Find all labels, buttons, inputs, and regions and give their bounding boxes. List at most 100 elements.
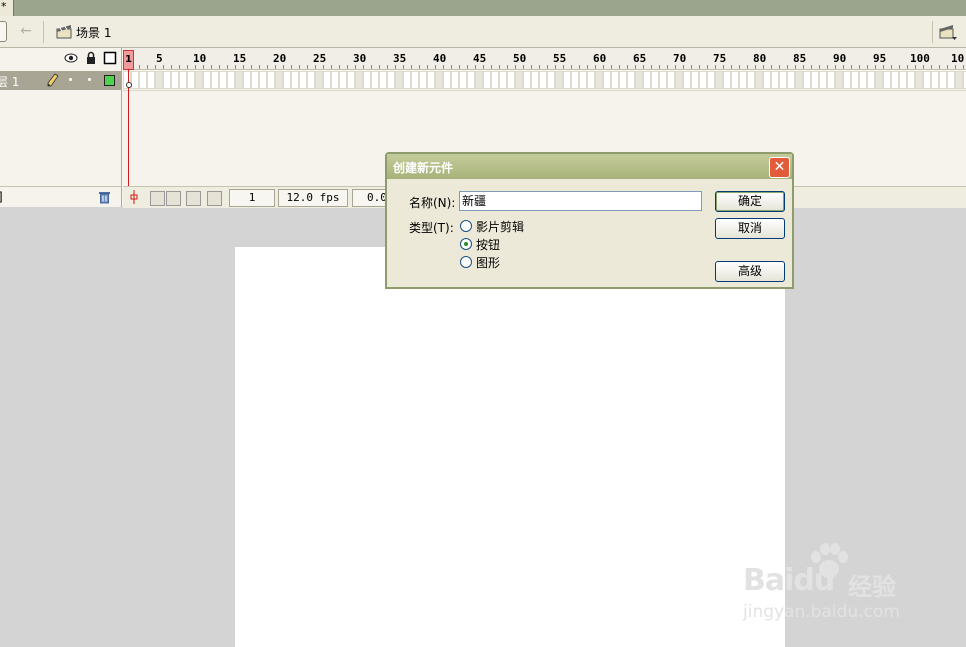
- frame-cell: [323, 71, 331, 89]
- frame-cell: [603, 71, 611, 89]
- frame-cell: [275, 71, 283, 89]
- frame-cell: [507, 71, 515, 89]
- ruler-tick-label: 35: [393, 52, 407, 65]
- frame-cell: [179, 71, 187, 89]
- modify-onion-markers-button[interactable]: [207, 191, 222, 206]
- center-frame-icon[interactable]: [129, 190, 139, 204]
- frame-cell: [755, 71, 763, 89]
- keyframe[interactable]: [126, 82, 132, 88]
- frame-rate-field: 12.0 fps: [278, 189, 348, 207]
- frame-cell: [715, 71, 723, 89]
- frame-cell: [859, 71, 867, 89]
- lock-icon[interactable]: [84, 51, 98, 65]
- ruler-tick-label: 85: [793, 52, 807, 65]
- timeline-toggle-button[interactable]: [0, 21, 7, 42]
- frame-cell: [779, 71, 787, 89]
- type-label: 类型(T):: [409, 221, 454, 235]
- ruler-tick-label: 15: [233, 52, 247, 65]
- lock-dot[interactable]: [88, 78, 91, 81]
- frame-cell: [339, 71, 347, 89]
- frame-cell: [291, 71, 299, 89]
- layer-color-swatch[interactable]: [104, 75, 115, 86]
- ok-button[interactable]: 确定: [715, 191, 785, 212]
- radio-movieclip[interactable]: [460, 220, 472, 232]
- frame-cell: [579, 71, 587, 89]
- frame-cell: [523, 71, 531, 89]
- frame-cell: [243, 71, 251, 89]
- frame-cell: [171, 71, 179, 89]
- ruler-tick-label: 80: [753, 52, 767, 65]
- radio-button[interactable]: [460, 238, 472, 250]
- frame-cell: [147, 71, 155, 89]
- frame-cell: [867, 71, 875, 89]
- frame-cell: [947, 71, 955, 89]
- frame-cell: [915, 71, 923, 89]
- layer-row[interactable]: 层 1: [0, 71, 121, 90]
- frame-cell: [539, 71, 547, 89]
- frame-cell: [883, 71, 891, 89]
- watermark-du: du: [793, 563, 835, 598]
- frame-cell: [267, 71, 275, 89]
- ruler-tick-label: 25: [313, 52, 327, 65]
- frame-cell: [299, 71, 307, 89]
- playhead[interactable]: 1: [123, 50, 134, 70]
- document-tab[interactable]: *: [0, 0, 14, 16]
- frame-cell: [819, 71, 827, 89]
- frame-cell: [395, 71, 403, 89]
- dialog-title: 创建新元件: [393, 161, 454, 175]
- frame-cell: [283, 71, 291, 89]
- radio-graphic[interactable]: [460, 256, 472, 268]
- visibility-dot[interactable]: [69, 78, 72, 81]
- edit-scene-icon[interactable]: [938, 22, 958, 42]
- frame-cell: [851, 71, 859, 89]
- outline-icon[interactable]: [103, 51, 117, 65]
- radio-label-button: 按钮: [476, 238, 501, 252]
- edit-multiple-frames-button[interactable]: [186, 191, 201, 206]
- frame-cell: [891, 71, 899, 89]
- scene-name[interactable]: 场景 1: [76, 24, 111, 41]
- symbol-name-input[interactable]: 新疆: [459, 191, 702, 211]
- onion-skin-button[interactable]: [150, 191, 165, 206]
- frame-cell: [843, 71, 851, 89]
- pencil-icon: [47, 73, 59, 87]
- ruler-tick-label: 55: [553, 52, 567, 65]
- frame-cell: [219, 71, 227, 89]
- ruler-tick-label: 75: [713, 52, 727, 65]
- frame-cell: [387, 71, 395, 89]
- stage-canvas[interactable]: [235, 247, 785, 647]
- frame-cell: [675, 71, 683, 89]
- frame-cell: [467, 71, 475, 89]
- frame-cell: [683, 71, 691, 89]
- advanced-button[interactable]: 高级: [715, 261, 785, 282]
- frame-ruler[interactable]: 5 10 15 20 25 30 35 40 45 50 55 60 65 70 75 80 85 90 95 100…: [123, 48, 966, 70]
- cancel-button[interactable]: 取消: [715, 218, 785, 239]
- frame-cell: [699, 71, 707, 89]
- watermark-brand-latin: Baidu: [743, 563, 835, 598]
- delete-layer-icon[interactable]: [98, 190, 111, 204]
- frame-cell: [731, 71, 739, 89]
- back-arrow-icon[interactable]: ←: [17, 23, 35, 39]
- frame-cell: [499, 71, 507, 89]
- layer-frames-row[interactable]: [123, 70, 966, 91]
- dialog-titlebar[interactable]: 创建新元件 ✕: [387, 154, 792, 179]
- layer-header: [0, 48, 121, 69]
- frame-cell: [227, 71, 235, 89]
- frame-cell: [739, 71, 747, 89]
- frame-cell: [707, 71, 715, 89]
- frame-cell: [355, 71, 363, 89]
- close-icon[interactable]: ✕: [769, 157, 790, 178]
- frame-cell: [251, 71, 259, 89]
- frame-cell: [139, 71, 147, 89]
- eye-icon[interactable]: [64, 51, 78, 65]
- ruler-tick-label: 5: [156, 52, 163, 65]
- name-label: 名称(N):: [409, 196, 456, 210]
- onion-outline-button[interactable]: [166, 191, 181, 206]
- frame-cell: [459, 71, 467, 89]
- frame-cell: [451, 71, 459, 89]
- frame-cells: [123, 71, 966, 89]
- layer-name[interactable]: 层 1: [0, 73, 19, 90]
- edit-bar: ← 场景 1: [0, 16, 966, 48]
- frame-cell: [827, 71, 835, 89]
- create-symbol-dialog: 创建新元件 ✕ 名称(N): 新疆 类型(T): 影片剪辑 按钮 图形 确定 取…: [385, 152, 794, 289]
- frame-cell: [435, 71, 443, 89]
